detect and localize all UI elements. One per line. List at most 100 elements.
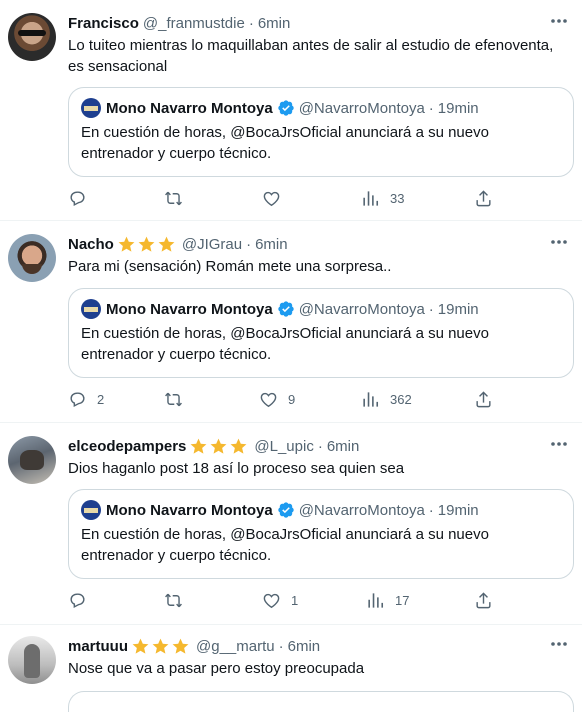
- star-icon: [118, 236, 135, 252]
- reply-icon: [70, 593, 85, 609]
- reply-count: 2: [97, 392, 105, 407]
- tweet[interactable]: martuuu @g__martu · 6min Nose que va a p…: [0, 625, 582, 712]
- more-icon[interactable]: [548, 634, 570, 654]
- author-name[interactable]: Nacho: [68, 236, 114, 253]
- tweet[interactable]: elceodepampers @L_upic · 6min Dios hagan…: [0, 423, 582, 625]
- author-handle[interactable]: @g__martu: [196, 638, 275, 655]
- retweet-button[interactable]: [164, 390, 193, 409]
- views-button[interactable]: 17: [366, 591, 409, 610]
- retweet-button[interactable]: [164, 591, 193, 610]
- quote-text: En cuestión de horas, @BocaJrsOficial an…: [81, 124, 489, 162]
- star-icon: [152, 638, 169, 654]
- star-rating: [131, 637, 190, 656]
- star-icon: [210, 438, 227, 454]
- action-bar: 1 17: [68, 591, 508, 611]
- like-count: 9: [288, 392, 296, 407]
- like-button[interactable]: 9: [259, 390, 295, 409]
- quoted-tweet[interactable]: Mono Navarro Montoya @NavarroMontoya · 1…: [68, 288, 574, 378]
- tweet[interactable]: Francisco @_franmustdie · 6min Lo tuiteo…: [0, 0, 582, 221]
- share-button[interactable]: [474, 591, 493, 610]
- reply-icon: [70, 191, 85, 207]
- quote-timestamp: 19min: [437, 99, 479, 117]
- quote-text: En cuestión de horas, @BocaJrsOficial an…: [81, 526, 489, 564]
- avatar[interactable]: [8, 436, 56, 484]
- author-name[interactable]: martuuu: [68, 638, 128, 655]
- tweet-text: Lo tuiteo mientras lo maquillaban antes …: [68, 37, 554, 75]
- star-icon: [132, 638, 149, 654]
- quoted-tweet[interactable]: [68, 691, 574, 712]
- retweet-icon: [165, 593, 182, 608]
- retweet-icon: [165, 191, 182, 206]
- views-icon: [363, 392, 379, 407]
- share-button[interactable]: [474, 390, 493, 409]
- author-handle[interactable]: @_franmustdie: [143, 15, 245, 32]
- views-icon: [363, 191, 379, 206]
- view-count: 362: [390, 392, 412, 407]
- share-icon: [476, 391, 491, 408]
- share-icon: [476, 190, 491, 207]
- more-icon[interactable]: [548, 232, 570, 252]
- views-button[interactable]: 362: [361, 390, 412, 409]
- tweet-text: Dios haganlo post 18 así lo proceso sea …: [68, 460, 405, 477]
- more-icon[interactable]: [548, 11, 570, 31]
- like-count: 1: [291, 593, 299, 608]
- views-icon: [368, 593, 384, 608]
- view-count: 33: [390, 191, 405, 206]
- timestamp[interactable]: 6min: [258, 15, 291, 32]
- quote-avatar: [81, 98, 101, 118]
- star-icon: [158, 236, 175, 252]
- like-icon: [260, 392, 277, 408]
- star-rating: [189, 437, 248, 456]
- avatar[interactable]: [8, 234, 56, 282]
- quote-header: Mono Navarro Montoya @NavarroMontoya · 1…: [81, 500, 479, 520]
- action-bar: 2 9 362: [68, 390, 508, 410]
- quoted-tweet[interactable]: Mono Navarro Montoya @NavarroMontoya · 1…: [68, 489, 574, 579]
- reply-icon: [70, 392, 85, 408]
- separator-dot: ·: [248, 14, 254, 32]
- separator-dot: ·: [246, 235, 252, 253]
- quote-header: Mono Navarro Montoya @NavarroMontoya · 1…: [81, 98, 479, 118]
- timestamp[interactable]: 6min: [255, 236, 288, 253]
- separator-dot: ·: [278, 637, 284, 655]
- quote-author-handle: @NavarroMontoya: [298, 300, 425, 318]
- author-handle[interactable]: @JIGrau: [182, 236, 242, 253]
- avatar[interactable]: [8, 636, 56, 684]
- like-button[interactable]: [262, 189, 291, 208]
- timestamp[interactable]: 6min: [288, 638, 321, 655]
- tweet-header: Nacho @JIGrau · 6min: [68, 234, 542, 254]
- reply-button[interactable]: [68, 591, 97, 610]
- quote-avatar: [81, 299, 101, 319]
- separator-dot: ·: [428, 99, 434, 117]
- star-icon: [138, 236, 155, 252]
- verified-badge-icon: [278, 301, 294, 317]
- timestamp[interactable]: 6min: [327, 438, 360, 455]
- quote-author-name: Mono Navarro Montoya: [106, 99, 273, 117]
- tweet[interactable]: Nacho @JIGrau · 6min Para mi (sensación)…: [0, 221, 582, 423]
- quoted-tweet[interactable]: Mono Navarro Montoya @NavarroMontoya · 1…: [68, 87, 574, 177]
- verified-badge-icon: [278, 502, 294, 518]
- star-icon: [190, 438, 207, 454]
- author-name[interactable]: Francisco: [68, 15, 139, 32]
- quote-text: En cuestión de horas, @BocaJrsOficial an…: [81, 325, 489, 363]
- more-icon[interactable]: [548, 434, 570, 454]
- share-icon: [476, 592, 491, 609]
- tweet-header: elceodepampers @L_upic · 6min: [68, 436, 542, 456]
- quote-author-name: Mono Navarro Montoya: [106, 501, 273, 519]
- tweet-header: martuuu @g__martu · 6min: [68, 636, 542, 656]
- reply-button[interactable]: 2: [68, 390, 104, 409]
- reply-button[interactable]: [68, 189, 97, 208]
- share-button[interactable]: [474, 189, 493, 208]
- action-bar: 33: [68, 189, 508, 209]
- verified-badge-icon: [278, 100, 294, 116]
- quote-author-handle: @NavarroMontoya: [298, 501, 425, 519]
- view-count: 17: [395, 593, 410, 608]
- separator-dot: ·: [317, 437, 323, 455]
- like-button[interactable]: 1: [262, 591, 298, 610]
- star-icon: [172, 638, 189, 654]
- views-button[interactable]: 33: [361, 189, 404, 208]
- retweet-button[interactable]: [164, 189, 193, 208]
- avatar[interactable]: [8, 13, 56, 61]
- tweet-text: Para mi (sensación) Román mete una sorpr…: [68, 258, 392, 275]
- author-name[interactable]: elceodepampers: [68, 438, 186, 455]
- author-handle[interactable]: @L_upic: [254, 438, 313, 455]
